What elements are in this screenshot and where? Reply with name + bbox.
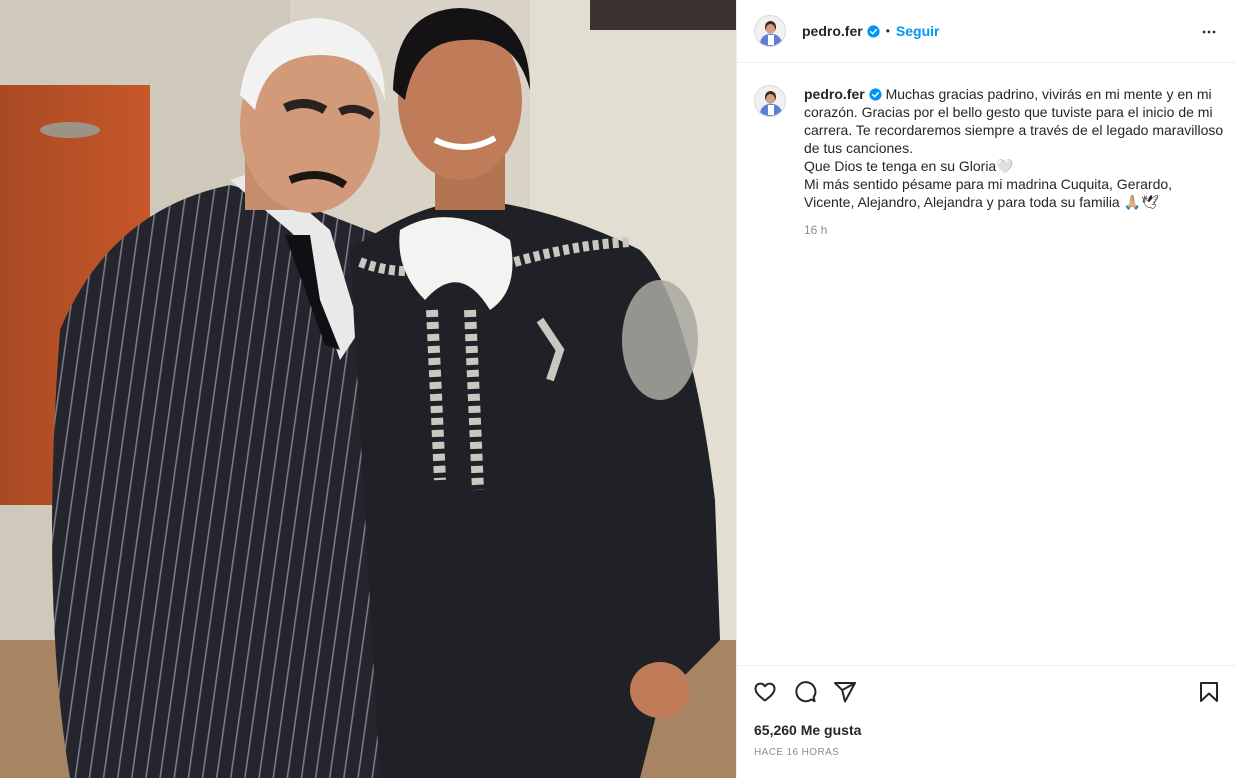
more-options-icon[interactable] — [1199, 22, 1219, 42]
caption-text-block: pedro.fer Muchas gracias padrino, vivirá… — [804, 85, 1224, 211]
post-side-panel: pedro.fer • Seguir pedro.fer Muchas grac… — [736, 0, 1236, 778]
caption-avatar[interactable] — [754, 85, 786, 117]
separator-dot: • — [885, 24, 890, 38]
caption-body: pedro.fer Muchas gracias padrino, vivirá… — [804, 85, 1224, 237]
post-photo-illustration — [0, 0, 736, 778]
caption-username[interactable]: pedro.fer — [804, 86, 865, 102]
action-icons — [753, 680, 857, 704]
comment-icon[interactable] — [793, 680, 817, 704]
follow-button[interactable]: Seguir — [896, 23, 940, 39]
caption-time[interactable]: 16 h — [804, 223, 1224, 237]
post-photo[interactable] — [0, 0, 736, 778]
avatar[interactable] — [754, 15, 786, 47]
bookmark-icon[interactable] — [1197, 680, 1221, 704]
verified-badge-icon — [869, 88, 882, 101]
heart-icon[interactable] — [753, 680, 777, 704]
caption-text: Muchas gracias padrino, vivirás en mi me… — [804, 86, 1224, 210]
share-icon[interactable] — [833, 680, 857, 704]
post-header: pedro.fer • Seguir — [737, 0, 1236, 63]
post-date[interactable]: HACE 16 HORAS — [754, 747, 839, 758]
likes-count[interactable]: 65,260 Me gusta — [754, 722, 861, 738]
header-username[interactable]: pedro.fer — [802, 23, 863, 39]
verified-badge-icon — [867, 24, 880, 38]
post-actions: 65,260 Me gusta HACE 16 HORAS — [737, 665, 1236, 778]
post-caption: pedro.fer Muchas gracias padrino, vivirá… — [754, 85, 1224, 237]
